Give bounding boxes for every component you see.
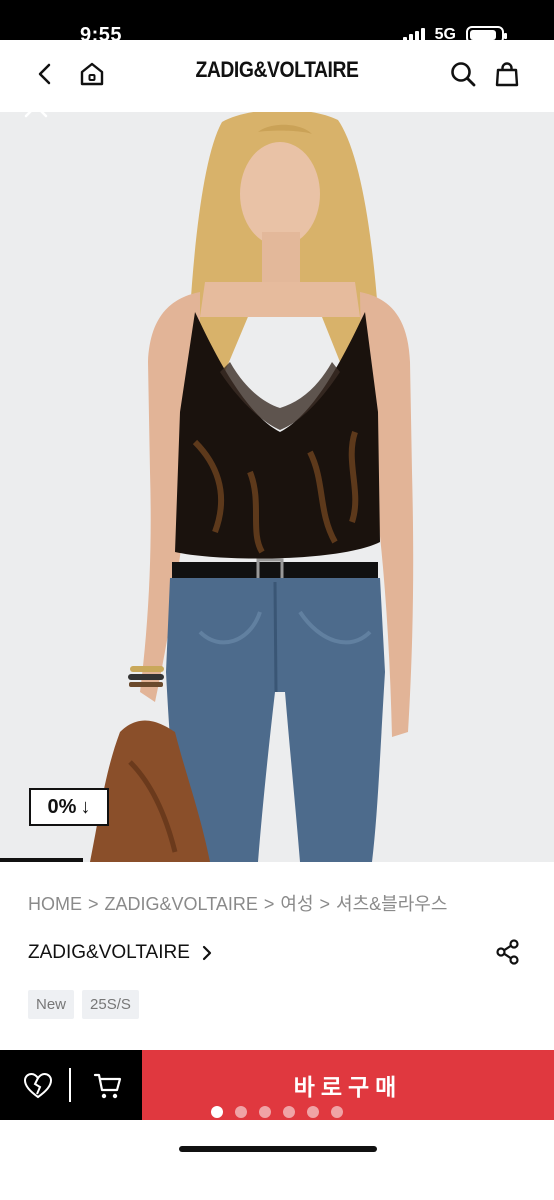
share-button[interactable]: [494, 938, 522, 966]
close-button[interactable]: [18, 88, 54, 124]
cart-button[interactable]: [92, 1070, 124, 1102]
shopping-bag-icon: [495, 62, 519, 87]
tag-season: 25S/S: [82, 990, 139, 1019]
breadcrumb-category[interactable]: 셔츠&블라우스: [336, 894, 447, 914]
wishlist-button[interactable]: [22, 1070, 54, 1102]
breadcrumb-separator: >: [263, 894, 275, 914]
pager-dot[interactable]: [259, 1106, 271, 1118]
app-header: ZADIG&VOLTAIRE: [0, 40, 554, 112]
pager-dot[interactable]: [211, 1106, 223, 1118]
breadcrumb-women[interactable]: 여성: [280, 894, 313, 914]
discount-badge: 0% ↓: [29, 788, 109, 826]
discount-value: 0%: [47, 795, 77, 818]
breadcrumb-home[interactable]: HOME: [28, 894, 82, 914]
product-tags: New 25S/S: [28, 990, 139, 1019]
pager-dots: [0, 1106, 554, 1118]
brand-link[interactable]: ZADIG&VOLTAIRE: [28, 942, 214, 964]
search-button[interactable]: [441, 52, 485, 96]
chevron-right-icon: [202, 945, 211, 961]
bag-button[interactable]: [485, 52, 529, 96]
status-bar: 9:55 5G: [0, 0, 554, 46]
breadcrumb: HOME > ZADIG&VOLTAIRE > 여성 > 셔츠&블라우스: [28, 890, 447, 916]
product-image[interactable]: 0% ↓: [0, 112, 554, 862]
breadcrumb-separator: >: [319, 894, 331, 914]
home-indicator-area: [0, 1120, 554, 1200]
battery-level: [470, 30, 496, 40]
product-info: HOME > ZADIG&VOLTAIRE > 여성 > 셔츠&블라우스 ZADIG&VOL…: [0, 862, 554, 1050]
home-indicator[interactable]: [179, 1146, 377, 1152]
model-photo: [0, 112, 554, 862]
pager-dot[interactable]: [283, 1106, 295, 1118]
broken-heart-icon: [23, 1072, 53, 1099]
breadcrumb-brand[interactable]: ZADIG&VOLTAIRE: [105, 894, 258, 914]
product-brand: ZADIG&VOLTAIRE: [28, 942, 190, 963]
arrow-down-icon: ↓: [80, 795, 91, 818]
close-icon: [24, 94, 48, 118]
cart-icon: [93, 1073, 122, 1099]
breadcrumb-separator: >: [88, 894, 99, 914]
pager-dot[interactable]: [331, 1106, 343, 1118]
tag-new: New: [28, 990, 75, 1019]
divider: [69, 1068, 71, 1102]
search-icon: [451, 62, 476, 87]
share-icon: [496, 939, 519, 965]
pager-dot[interactable]: [235, 1106, 247, 1118]
pager-dot[interactable]: [307, 1106, 319, 1118]
